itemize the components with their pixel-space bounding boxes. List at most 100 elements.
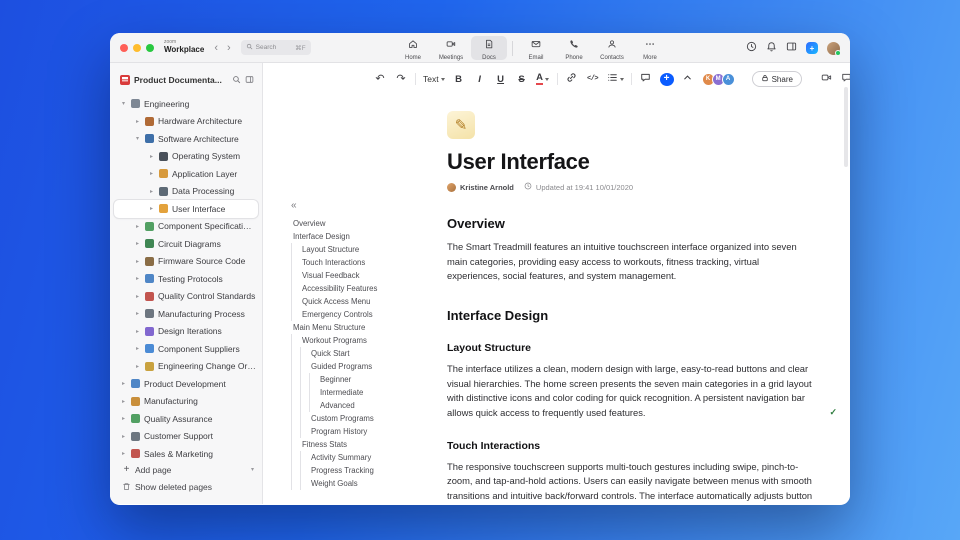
chevron-right-icon[interactable]: ▸ xyxy=(134,310,141,317)
outline-item-main-menu-structure[interactable]: Main Menu Structure xyxy=(281,321,436,334)
chevron-right-icon[interactable]: ▸ xyxy=(134,363,141,370)
collaborator-avatar[interactable]: A xyxy=(721,72,735,86)
tab-more[interactable]: More xyxy=(632,36,668,61)
outline-item-advanced[interactable]: Advanced xyxy=(281,399,436,412)
sidebar-item-user-interface[interactable]: ▸ User Interface xyxy=(114,200,258,218)
outline-item-custom-programs[interactable]: Custom Programs xyxy=(281,412,436,425)
chevron-right-icon[interactable]: ▸ xyxy=(120,450,127,457)
outline-item-quick-access-menu[interactable]: Quick Access Menu xyxy=(281,295,436,308)
chevron-down-icon[interactable]: ▾ xyxy=(134,135,141,142)
bold-button[interactable]: B xyxy=(452,71,466,87)
chevron-right-icon[interactable]: ▸ xyxy=(134,293,141,300)
outline-item-weight-goals[interactable]: Weight Goals xyxy=(281,477,436,490)
sidebar-item-sales-marketing[interactable]: ▸ Sales & Marketing xyxy=(114,445,258,461)
tab-contacts[interactable]: Contacts xyxy=(594,36,630,61)
outline-item-fitness-stats[interactable]: Fitness Stats xyxy=(281,438,436,451)
chevron-right-icon[interactable]: ▸ xyxy=(134,328,141,335)
close-window-button[interactable] xyxy=(120,43,128,52)
chevron-right-icon[interactable]: ▸ xyxy=(134,240,141,247)
italic-button[interactable]: I xyxy=(473,71,487,87)
collapse-toolbar-button[interactable] xyxy=(681,71,695,87)
share-button[interactable]: Share xyxy=(751,71,802,87)
chevron-right-icon[interactable]: ▸ xyxy=(148,153,155,160)
sidebar-item-customer-support[interactable]: ▸ Customer Support xyxy=(114,428,258,446)
panel-toggle-button[interactable] xyxy=(786,39,797,57)
sidebar-item-component-suppliers[interactable]: ▸ Component Suppliers xyxy=(114,340,258,358)
global-search-input[interactable]: Search ⌘F xyxy=(240,40,311,55)
outline-item-progress-tracking[interactable]: Progress Tracking xyxy=(281,464,436,477)
minimize-window-button[interactable] xyxy=(133,43,141,52)
sidebar-collapse-icon[interactable] xyxy=(245,71,254,89)
chevron-right-icon[interactable]: ▸ xyxy=(134,118,141,125)
start-video-button[interactable] xyxy=(821,70,832,88)
chevron-right-icon[interactable]: ▸ xyxy=(134,258,141,265)
outline-item-touch-interactions[interactable]: Touch Interactions xyxy=(281,256,436,269)
strikethrough-button[interactable]: S xyxy=(515,71,529,87)
chevron-right-icon[interactable]: ▸ xyxy=(148,205,155,212)
outline-item-program-history[interactable]: Program History xyxy=(281,425,436,438)
outline-item-overview[interactable]: Overview xyxy=(281,217,436,230)
link-button[interactable] xyxy=(565,71,579,87)
profile-avatar[interactable] xyxy=(827,41,841,56)
chevron-right-icon[interactable]: ▸ xyxy=(120,398,127,405)
list-button[interactable] xyxy=(607,71,624,87)
sidebar-item-testing-protocols[interactable]: ▸ Testing Protocols xyxy=(114,270,258,288)
chat-button[interactable] xyxy=(841,70,850,88)
sidebar-item-design-iterations[interactable]: ▸ Design Iterations xyxy=(114,323,258,341)
tab-home[interactable]: Home xyxy=(395,36,431,61)
sidebar-item-firmware-source-code[interactable]: ▸ Firmware Source Code xyxy=(114,253,258,271)
sidebar-item-component-specifications[interactable]: ▸ Component Specifications xyxy=(114,218,258,236)
outline-item-quick-start[interactable]: Quick Start xyxy=(281,347,436,360)
collapse-outline-icon[interactable]: « xyxy=(291,200,297,211)
tab-meetings[interactable]: Meetings xyxy=(433,36,469,61)
ai-companion-icon[interactable]: + xyxy=(806,42,818,54)
sidebar-item-operating-system[interactable]: ▸ Operating System xyxy=(114,148,258,166)
sidebar-item-quality-control-standards[interactable]: ▸ Quality Control Standards xyxy=(114,288,258,306)
outline-item-workout-programs[interactable]: Workout Programs xyxy=(281,334,436,347)
sidebar-item-software-architecture[interactable]: ▾ Software Architecture xyxy=(114,130,258,148)
tab-email[interactable]: Email xyxy=(518,36,554,61)
chevron-right-icon[interactable]: ▸ xyxy=(120,433,127,440)
chevron-right-icon[interactable]: ▸ xyxy=(148,170,155,177)
notifications-button[interactable] xyxy=(766,39,777,57)
underline-button[interactable]: U xyxy=(494,71,508,87)
tab-phone[interactable]: Phone xyxy=(556,36,592,61)
outline-item-guided-programs[interactable]: Guided Programs xyxy=(281,360,436,373)
sidebar-item-application-layer[interactable]: ▸ Application Layer xyxy=(114,165,258,183)
forward-icon[interactable]: › xyxy=(227,42,231,54)
sidebar-item-engineering-change-orders[interactable]: ▸ Engineering Change Orders xyxy=(114,358,258,376)
show-deleted-pages-button[interactable]: Show deleted pages xyxy=(114,479,258,497)
sidebar-item-product-development[interactable]: ▸ Product Development xyxy=(114,375,258,393)
code-button[interactable]: </> xyxy=(586,71,600,87)
chevron-right-icon[interactable]: ▸ xyxy=(134,223,141,230)
chevron-down-icon[interactable]: ▾ xyxy=(251,466,254,473)
chevron-right-icon[interactable]: ▸ xyxy=(134,275,141,282)
sidebar-item-quality-assurance[interactable]: ▸ Quality Assurance xyxy=(114,410,258,428)
doc-emoji-icon[interactable]: ✎ xyxy=(447,111,475,139)
chevron-down-icon[interactable]: ▾ xyxy=(120,100,127,107)
tab-docs[interactable]: Docs xyxy=(471,36,507,61)
outline-item-emergency-controls[interactable]: Emergency Controls xyxy=(281,308,436,321)
insert-block-button[interactable]: + xyxy=(659,72,674,86)
text-style-dropdown[interactable]: Text xyxy=(423,71,445,87)
redo-button[interactable]: ↷ xyxy=(394,71,408,87)
sidebar-item-manufacturing-process[interactable]: ▸ Manufacturing Process xyxy=(114,305,258,323)
activity-button[interactable] xyxy=(746,39,757,57)
outline-item-intermediate[interactable]: Intermediate xyxy=(281,386,436,399)
outline-item-accessibility-features[interactable]: Accessibility Features xyxy=(281,282,436,295)
comment-button[interactable] xyxy=(639,71,653,87)
undo-button[interactable]: ↶ xyxy=(373,71,387,87)
sidebar-item-hardware-architecture[interactable]: ▸ Hardware Architecture xyxy=(114,113,258,131)
chevron-right-icon[interactable]: ▸ xyxy=(134,345,141,352)
sidebar-item-manufacturing[interactable]: ▸ Manufacturing xyxy=(114,393,258,411)
chevron-right-icon[interactable]: ▸ xyxy=(120,415,127,422)
outline-item-beginner[interactable]: Beginner xyxy=(281,373,436,386)
outline-item-visual-feedback[interactable]: Visual Feedback xyxy=(281,269,436,282)
outline-item-interface-design[interactable]: Interface Design xyxy=(281,230,436,243)
chevron-right-icon[interactable]: ▸ xyxy=(148,188,155,195)
sidebar-item-data-processing[interactable]: ▸ Data Processing xyxy=(114,183,258,201)
add-page-button[interactable]: + Add page ▾ xyxy=(114,461,258,479)
scrollbar-thumb[interactable] xyxy=(844,87,848,167)
back-icon[interactable]: ‹ xyxy=(214,42,218,54)
chevron-right-icon[interactable]: ▸ xyxy=(120,380,127,387)
